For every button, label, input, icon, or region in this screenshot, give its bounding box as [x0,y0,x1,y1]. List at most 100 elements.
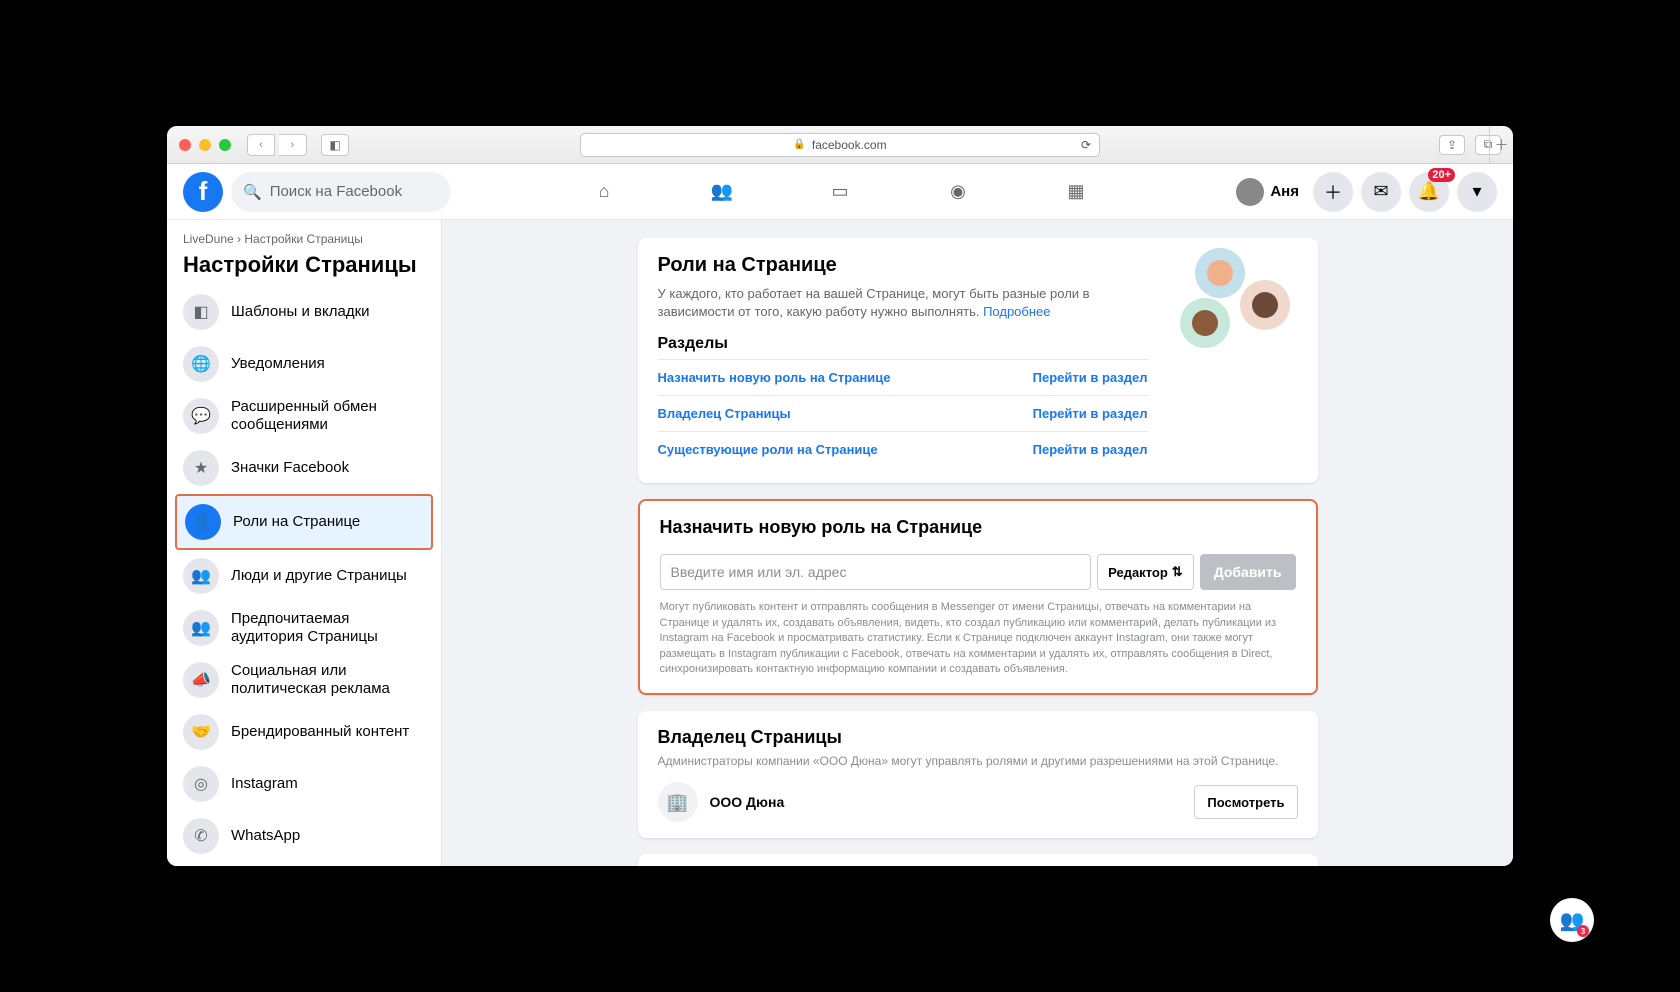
sidebar-item[interactable]: ✆ WhatsApp [175,810,433,856]
section-row: Владелец Страницы Перейти в раздел [658,395,1148,431]
sidebar-item-icon: 👤 [185,504,221,540]
new-tab-button[interactable]: ＋ [1489,126,1513,164]
updown-icon: ⇅ [1172,564,1183,580]
name-email-input[interactable]: Введите имя или эл. адрес [660,554,1092,590]
back-button[interactable]: ‹ [247,134,275,156]
window-controls [179,139,231,151]
sidebar-item[interactable]: ★ Значки Facebook [175,442,433,494]
sidebar-item-label: Люди и другие Страницы [231,567,407,585]
nav-gaming[interactable]: ▦ [1021,168,1131,216]
main-content: Роли на Странице У каждого, кто работает… [442,220,1513,866]
sidebar-item-label: Предпочитаемая аудитория Страницы [231,610,425,646]
home-icon: ⌂ [599,181,610,202]
sidebar-toggle-button[interactable]: ◧ [321,134,349,156]
group-fab[interactable]: 👥 3 [1550,898,1594,942]
minimize-window-button[interactable] [199,139,211,151]
user-name: Аня [1270,183,1299,200]
notifications-button[interactable]: 🔔 20+ [1409,172,1449,212]
sidebar-item[interactable]: 📣 Социальная или политическая реклама [175,654,433,706]
settings-sidebar: LiveDune › Настройки Страницы Настройки … [167,220,442,866]
sidebar-item-icon: ★ [183,450,219,486]
roles-overview-card: Роли на Странице У каждого, кто работает… [638,238,1318,483]
sidebar-item-icon: 👥 [183,558,219,594]
messenger-icon: ✉ [1373,181,1388,202]
sidebar-item[interactable]: ◧ Шаблоны и вкладки [175,286,433,338]
fb-logo[interactable]: f [183,172,223,212]
nav-friends[interactable]: 👥 [667,168,777,216]
forward-button[interactable]: › [279,134,307,156]
url-text: facebook.com [812,138,887,152]
add-button[interactable]: Добавить [1200,554,1296,590]
search-icon: 🔍 [243,183,262,201]
reload-icon[interactable]: ⟳ [1081,138,1091,152]
learn-more-link[interactable]: Подробнее [983,304,1050,319]
avatars-illustration [1170,248,1300,338]
sections-heading: Разделы [658,335,1148,353]
fab-badge: 3 [1577,925,1589,937]
sidebar-item[interactable]: 👤 Роли на Странице [175,494,433,550]
section-row: Существующие роли на Странице Перейти в … [658,431,1148,467]
address-bar[interactable]: 🔒 facebook.com ⟳ [580,133,1100,157]
owner-title: Владелец Страницы [658,727,1298,748]
section-row: Назначить новую роль на Странице Перейти… [658,359,1148,395]
lock-icon: 🔒 [793,139,805,150]
sidebar-item[interactable]: 💬 Расширенный обмен сообщениями [175,390,433,442]
section-label[interactable]: Существующие роли на Странице [658,442,878,457]
sidebar-item[interactable]: 🤝 Брендированный контент [175,706,433,758]
section-label[interactable]: Назначить новую роль на Странице [658,370,891,385]
notif-badge: 20+ [1428,168,1455,182]
sidebar-item-icon: 📣 [183,662,219,698]
nav-groups[interactable]: ◉ [903,168,1013,216]
sidebar-item-label: Брендированный контент [231,723,409,741]
close-window-button[interactable] [179,139,191,151]
sidebar-item-icon: ✆ [183,818,219,854]
sidebar-item-icon: ◧ [183,294,219,330]
user-profile-chip[interactable]: Аня [1232,174,1305,210]
search-input[interactable]: 🔍 Поиск на Facebook [231,172,451,212]
owner-sub: Администраторы компании «ООО Дюна» могут… [658,754,1298,768]
fb-header: f 🔍 Поиск на Facebook ⌂ 👥 ▭ ◉ ▦ Аня ＋ ✉ [167,164,1513,220]
sidebar-item[interactable]: 🌐 Уведомления [175,338,433,390]
browser-chrome: ‹ › ◧ 🔒 facebook.com ⟳ ⇪ ⧉ ＋ [167,126,1513,164]
sidebar-item-label: Расширенный обмен сообщениями [231,398,425,434]
card-desc: У каждого, кто работает на вашей Страниц… [658,285,1148,321]
watch-icon: ▭ [831,181,848,202]
account-menu-button[interactable]: ▾ [1457,172,1497,212]
sidebar-item[interactable]: ◎ Instagram [175,758,433,810]
sidebar-item-icon: 👥 [183,610,219,646]
page-title: Настройки Страницы [175,248,433,286]
avatar [1236,178,1264,206]
create-button[interactable]: ＋ [1313,172,1353,212]
role-description: Могут публиковать контент и отправлять с… [660,600,1296,677]
page-owner-card: Владелец Страницы Администраторы компани… [638,711,1318,838]
role-select[interactable]: Редактор ⇅ [1097,554,1194,590]
section-link[interactable]: Перейти в раздел [1033,442,1148,457]
bell-icon: 🔔 [1418,181,1440,202]
sidebar-item-label: Значки Facebook [231,459,349,477]
sidebar-item-label: Шаблоны и вкладки [231,303,370,321]
friends-icon: 👥 [711,181,733,202]
sidebar-item-label: WhatsApp [231,827,300,845]
org-icon: 🏢 [658,782,698,822]
section-link[interactable]: Перейти в раздел [1033,370,1148,385]
sidebar-item-icon: ◎ [183,766,219,802]
breadcrumb[interactable]: LiveDune › Настройки Страницы [175,230,433,248]
maximize-window-button[interactable] [219,139,231,151]
sidebar-item-label: Instagram [231,775,298,793]
messenger-button[interactable]: ✉ [1361,172,1401,212]
sidebar-item[interactable]: 👥 Предпочитаемая аудитория Страницы [175,602,433,654]
org-name: ООО Дюна [710,794,785,810]
view-owner-button[interactable]: Посмотреть [1194,785,1297,819]
sidebar-item-label: Роли на Странице [233,513,360,531]
search-placeholder: Поиск на Facebook [270,183,402,200]
nav-watch[interactable]: ▭ [785,168,895,216]
center-nav: ⌂ 👥 ▭ ◉ ▦ [549,168,1131,216]
section-label[interactable]: Владелец Страницы [658,406,791,421]
sidebar-item-icon: 💬 [183,398,219,434]
section-link[interactable]: Перейти в раздел [1033,406,1148,421]
sidebar-item-label: Социальная или политическая реклама [231,662,425,698]
share-button[interactable]: ⇪ [1439,135,1465,155]
sidebar-item[interactable]: 👥 Люди и другие Страницы [175,550,433,602]
nav-home[interactable]: ⌂ [549,168,659,216]
groups-icon: ◉ [950,181,966,202]
